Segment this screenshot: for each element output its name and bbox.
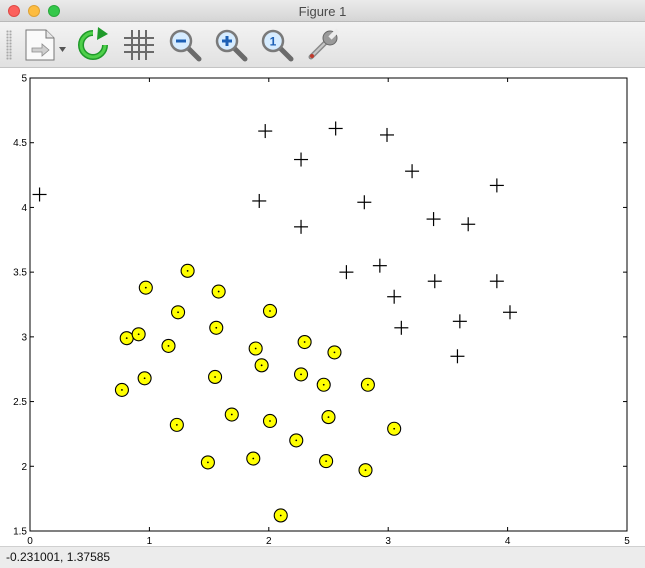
grid-icon <box>124 30 154 60</box>
settings-button[interactable] <box>304 26 342 64</box>
y-tick-label: 5 <box>21 74 27 85</box>
circle-marker <box>273 508 288 523</box>
circle-marker <box>358 463 373 478</box>
window-title: Figure 1 <box>298 4 347 19</box>
circle-marker <box>200 455 215 470</box>
circle-marker <box>387 421 402 436</box>
circle-marker <box>211 284 226 299</box>
circle-marker <box>138 280 153 295</box>
grid-button[interactable] <box>120 26 158 64</box>
zoom-reset-icon: 1 <box>261 29 294 62</box>
zoom-in-button[interactable] <box>212 26 250 64</box>
circle-marker <box>209 320 224 335</box>
circle-marker <box>224 407 239 422</box>
toolbar-grip[interactable] <box>6 30 12 60</box>
circle-marker <box>254 358 269 373</box>
circle-marker <box>293 367 309 382</box>
scatter-plot[interactable]: 0 1 2 3 4 5 1.5 2 2.5 3 3.5 4 4.5 5 <box>0 68 645 548</box>
y-tick-label: 2.5 <box>13 397 27 408</box>
circle-marker <box>360 377 375 392</box>
y-tick-label: 4.5 <box>13 138 27 149</box>
cursor-coordinates: -0.231001, 1.37585 <box>6 550 111 564</box>
circle-marker <box>119 331 134 346</box>
zoom-reset-label: 1 <box>270 35 277 49</box>
circle-marker <box>319 454 334 469</box>
title-bar: Figure 1 <box>0 0 645 22</box>
x-tick-label: 2 <box>266 536 272 546</box>
circle-marker <box>262 413 278 429</box>
document-arrow-icon <box>25 29 66 61</box>
x-tick-label: 4 <box>505 536 511 546</box>
circle-marker <box>316 377 331 392</box>
circle-marker <box>169 417 184 432</box>
circle-marker <box>208 369 223 385</box>
refresh-icon <box>78 27 108 60</box>
circle-marker <box>246 451 261 466</box>
y-tick-label: 2 <box>21 462 27 473</box>
circle-marker <box>137 371 152 386</box>
zoom-out-button[interactable] <box>166 26 204 64</box>
zoom-reset-button[interactable]: 1 <box>258 26 296 64</box>
circle-marker <box>321 410 336 425</box>
y-tick-label: 3.5 <box>13 268 27 279</box>
circle-marker <box>114 382 129 397</box>
circle-marker <box>262 303 278 319</box>
toolbar: 1 <box>0 22 645 68</box>
plot-area[interactable]: 0 1 2 3 4 5 1.5 2 2.5 3 3.5 4 4.5 5 <box>0 68 645 548</box>
status-bar: -0.231001, 1.37585 <box>0 546 645 568</box>
zoom-in-icon <box>215 29 248 62</box>
x-tick-label: 3 <box>385 536 391 546</box>
circle-marker <box>297 334 312 350</box>
y-tick-label: 1.5 <box>13 527 27 538</box>
circle-marker <box>248 341 263 356</box>
circle-marker <box>327 345 342 360</box>
x-tick-label: 5 <box>624 536 630 546</box>
circle-marker <box>289 433 304 448</box>
x-tick-label: 0 <box>27 536 33 546</box>
y-tick-label: 3 <box>21 332 27 343</box>
y-tick-label: 4 <box>21 203 27 214</box>
circle-marker <box>171 305 186 320</box>
x-tick-label: 1 <box>147 536 153 546</box>
document-arrow-button[interactable] <box>20 26 68 64</box>
refresh-button[interactable] <box>74 26 112 64</box>
wrench-icon <box>308 28 340 60</box>
circle-marker <box>131 327 146 342</box>
circle-marker <box>161 338 176 353</box>
circle-marker <box>180 263 195 278</box>
zoom-out-icon <box>169 29 202 62</box>
